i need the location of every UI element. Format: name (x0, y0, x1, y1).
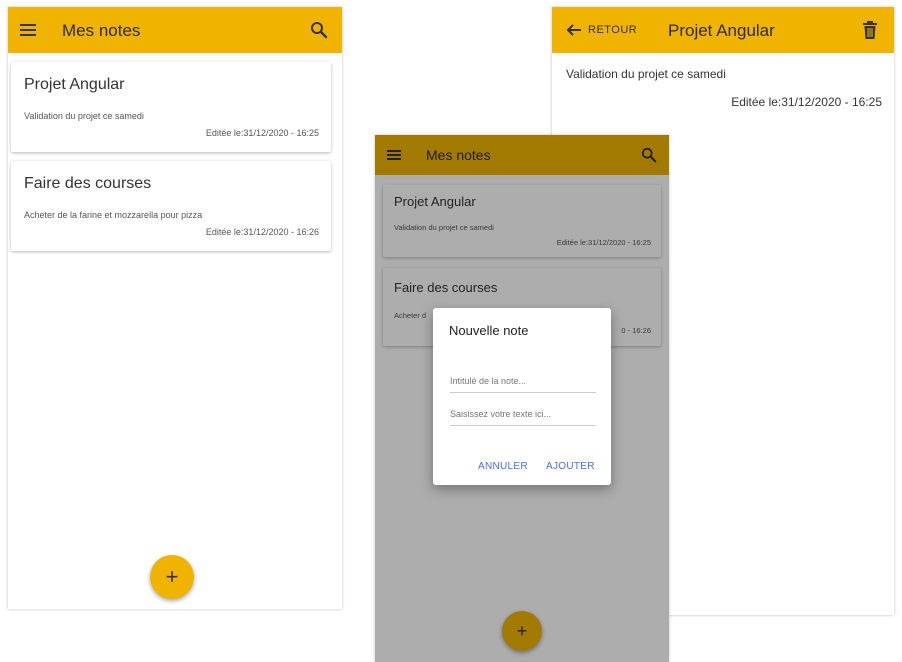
note-date: Editée le:31/12/2020 - 16:25 (205, 128, 319, 138)
dialog-title: Nouvelle note (449, 323, 529, 338)
add-note-button[interactable]: + (150, 555, 194, 599)
note-title: Projet Angular (24, 76, 125, 93)
plus-icon: + (165, 564, 179, 589)
note-title-input[interactable]: Intitulé de la note... (450, 376, 596, 393)
note-body: Acheter de la farine et mozzarella pour … (24, 210, 203, 220)
back-button[interactable]: RETOUR (588, 24, 637, 36)
search-icon[interactable] (310, 21, 328, 39)
note-card[interactable]: Projet Angular Validation du projet ce s… (11, 62, 331, 152)
note-body: Validation du projet ce samedi (24, 111, 144, 121)
note-title: Faire des courses (24, 175, 152, 192)
note-date: Editée le:31/12/2020 - 16:26 (205, 227, 319, 237)
note-detail-body: Validation du projet ce samedi (566, 67, 726, 81)
notes-list-screen: Mes notes Projet Angular Validation du p… (8, 7, 342, 609)
app-title: Mes notes (62, 21, 141, 40)
new-note-dialog-screen: Mes notes Projet Angular Validation du p… (375, 135, 669, 662)
new-note-dialog: Nouvelle note Intitulé de la note... Sai… (433, 308, 611, 485)
app-bar: Mes notes (8, 7, 342, 53)
add-button[interactable]: AJOUTER (546, 461, 595, 472)
trash-icon[interactable] (862, 20, 878, 40)
app-bar: RETOUR Projet Angular (552, 7, 894, 53)
cancel-button[interactable]: ANNULER (478, 461, 528, 472)
note-card[interactable]: Faire des courses Acheter de la farine e… (11, 161, 331, 251)
note-text-input[interactable]: Saisissez votre texte ici... (450, 409, 596, 426)
arrow-left-icon[interactable] (566, 23, 582, 37)
menu-icon[interactable] (20, 22, 36, 38)
note-detail-title: Projet Angular (668, 21, 775, 40)
note-detail-date: Editée le:31/12/2020 - 16:25 (731, 95, 882, 109)
